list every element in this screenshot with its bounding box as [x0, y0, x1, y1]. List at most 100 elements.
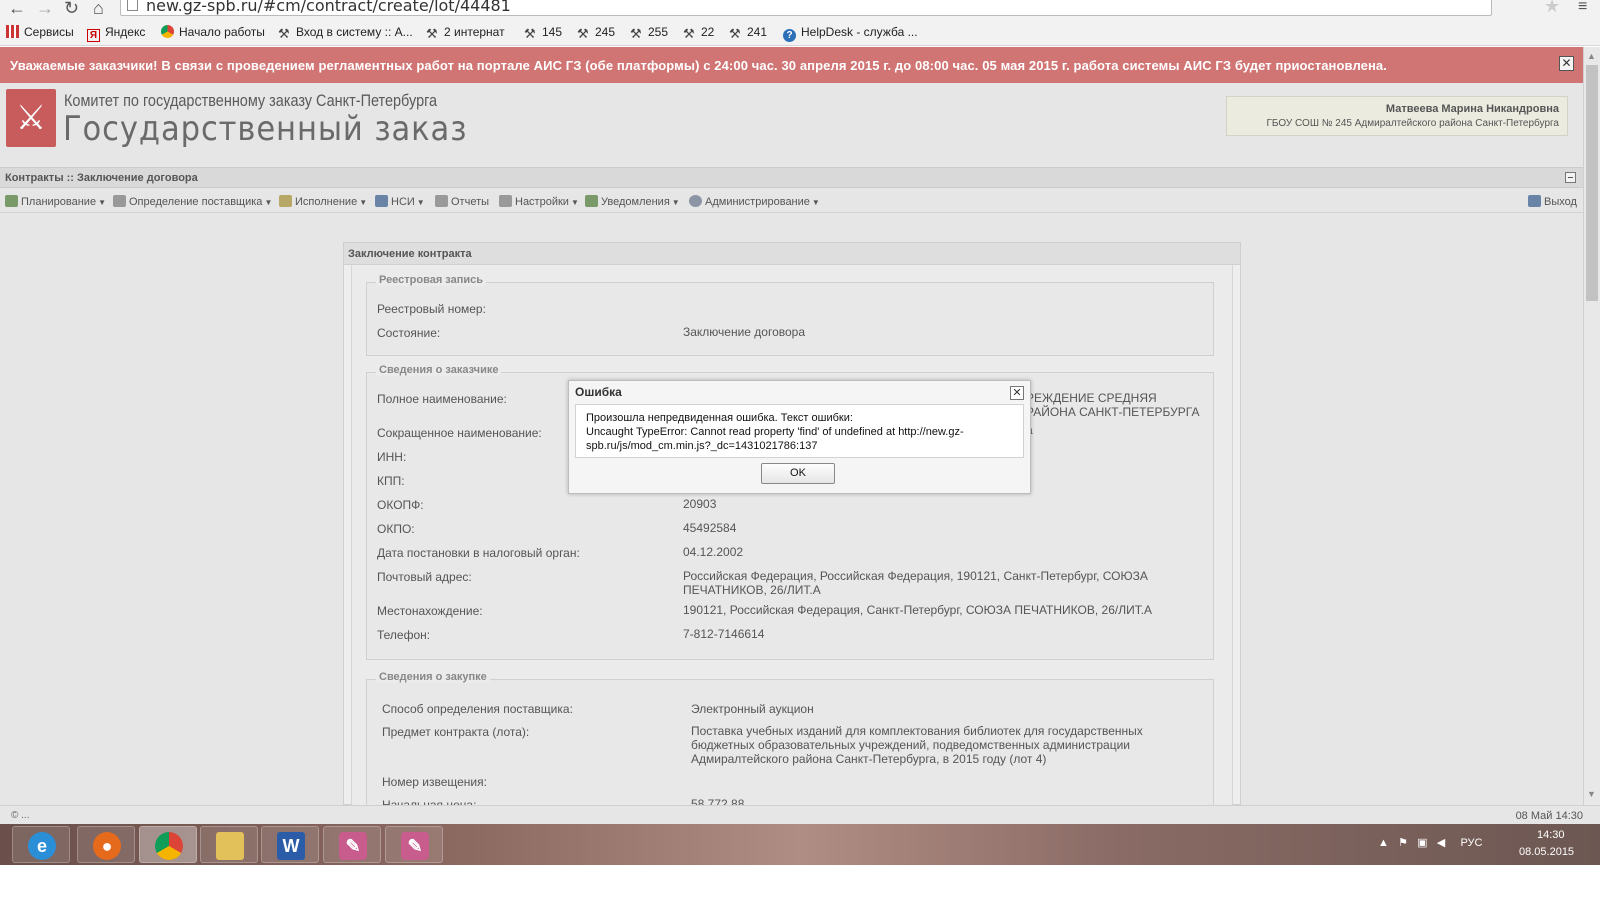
bookmark-internat[interactable]: ⚒ 2 интернат	[426, 25, 505, 40]
execution-icon	[279, 195, 292, 207]
wrench-icon	[499, 195, 512, 207]
chrome-icon	[161, 25, 174, 38]
menu-planning[interactable]: Планирование ▼	[5, 195, 106, 208]
page-scrollbar[interactable]: ▲ ▼	[1583, 47, 1600, 805]
menu-administration[interactable]: Администрирование ▼	[689, 195, 820, 208]
ie-icon: e	[28, 832, 56, 860]
menu-nsi[interactable]: НСИ ▼	[375, 195, 425, 208]
word-icon: W	[277, 832, 305, 860]
tool-icon: ⚒	[577, 26, 589, 41]
ok-button[interactable]: OK	[761, 463, 835, 484]
dialog-title: Ошибка	[575, 385, 622, 399]
home-icon[interactable]: ⌂	[93, 0, 104, 19]
chevron-down-icon: ▼	[98, 198, 106, 207]
language-indicator[interactable]: РУС	[1460, 837, 1482, 849]
short-name-label: Сокращенное наименование:	[377, 426, 542, 440]
scroll-up-icon[interactable]: ▲	[1587, 51, 1596, 61]
taskbar-chrome[interactable]	[139, 826, 197, 863]
taskbar-app-2[interactable]: ✎	[385, 826, 443, 863]
reload-icon[interactable]: ↻	[64, 0, 79, 19]
section-header: Контракты :: Заключение договора	[0, 167, 1583, 188]
registry-legend: Реестровая запись	[376, 274, 487, 286]
okpo-label: ОКПО:	[377, 522, 415, 536]
network-icon[interactable]: ▣	[1417, 837, 1427, 849]
bookmark-helpdesk[interactable]: ? HelpDesk - служба ...	[783, 25, 918, 42]
tool-icon: ⚒	[426, 26, 438, 41]
taskbar-app-1[interactable]: ✎	[323, 826, 381, 863]
bookmark-22[interactable]: ⚒ 22	[683, 25, 714, 40]
taskbar-explorer[interactable]	[200, 826, 258, 863]
chevron-down-icon: ▼	[811, 198, 820, 207]
bookmark-yandex[interactable]: Я Яндекс	[87, 25, 145, 42]
method-label: Способ определения поставщика:	[382, 702, 573, 716]
tool-icon: ⚒	[630, 26, 642, 41]
purchase-fieldset: Сведения о закупке Способ определения по…	[366, 671, 1214, 819]
volume-icon[interactable]: ◀	[1437, 837, 1445, 849]
clock-time[interactable]: 14:30	[1537, 829, 1565, 841]
okopf-value: 20903	[683, 497, 717, 511]
close-icon[interactable]: ✕	[1010, 386, 1024, 400]
registry-number-label: Реестровый номер:	[377, 302, 486, 316]
bookmark-getting-started[interactable]: Начало работы	[161, 25, 265, 39]
user-org: ГБОУ СОШ № 245 Адмиралтейского района Са…	[1266, 118, 1559, 129]
scroll-thumb[interactable]	[1586, 65, 1598, 301]
notice-text: Уважаемые заказчики! В связи с проведени…	[10, 58, 1387, 73]
maintenance-notice: Уважаемые заказчики! В связи с проведени…	[0, 47, 1583, 83]
screen: ← → ↻ ⌂ new.gz-spb.ru/#cm/contract/creat…	[0, 0, 1600, 900]
error-intro: Произошла непредвиденная ошибка. Текст о…	[586, 412, 853, 424]
clock-date[interactable]: 08.05.2015	[1519, 846, 1574, 858]
taskbar-firefox[interactable]: ●	[77, 826, 135, 863]
tool-icon: ⚒	[278, 26, 290, 41]
phone-label: Телефон:	[377, 628, 431, 642]
bookmark-login[interactable]: ⚒ Вход в систему :: А...	[278, 25, 413, 40]
flag-icon[interactable]: ⚑	[1398, 837, 1408, 849]
menu-settings[interactable]: Настройки ▼	[499, 195, 579, 208]
collapse-icon[interactable]	[1565, 172, 1576, 183]
logout-button[interactable]: Выход	[1528, 195, 1577, 208]
bookmark-star-icon[interactable]: ★	[1544, 0, 1560, 17]
menu-notifications[interactable]: Уведомления ▼	[585, 195, 680, 208]
taskbar-ie[interactable]: e	[12, 826, 70, 863]
help-icon: ?	[783, 29, 796, 42]
scroll-down-icon[interactable]: ▼	[1587, 789, 1596, 799]
tax-date-value: 04.12.2002	[683, 545, 744, 559]
customer-legend: Сведения о заказчике	[376, 364, 502, 376]
grid-icon	[6, 25, 19, 38]
menu-supplier[interactable]: Определение поставщика ▼	[113, 195, 272, 208]
tray-expand-icon[interactable]: ▲	[1378, 837, 1389, 849]
report-icon	[435, 195, 448, 207]
app-icon: ✎	[401, 832, 429, 860]
menu-execution[interactable]: Исполнение ▼	[279, 195, 367, 208]
subject-value: Поставка учебных изданий для комплектова…	[691, 724, 1143, 766]
browser-menu-icon[interactable]: ≡	[1578, 0, 1587, 16]
bookmark-145[interactable]: ⚒ 145	[524, 25, 562, 40]
status-bar: © ... 08 Май 14:30	[0, 805, 1600, 824]
bookmark-services[interactable]: Сервисы	[6, 25, 74, 39]
copyright-text: © ...	[11, 810, 30, 821]
menu-reports[interactable]: Отчеты	[435, 195, 489, 208]
bookmark-245[interactable]: ⚒ 245	[577, 25, 615, 40]
url-text[interactable]: new.gz-spb.ru/#cm/contract/create/lot/44…	[146, 0, 511, 15]
full-name-value-line2: РАЙОНА САНКТ-ПЕТЕРБУРГА	[1026, 405, 1200, 419]
user-icon	[689, 195, 702, 207]
kpp-label: КПП:	[377, 474, 405, 488]
okopf-label: ОКОПФ:	[377, 498, 424, 512]
chrome-icon	[155, 832, 183, 860]
tool-icon: ⚒	[524, 26, 536, 41]
taskbar-word[interactable]: W	[261, 826, 319, 863]
state-value: Заключение договора	[683, 325, 806, 339]
bookmark-241[interactable]: ⚒ 241	[729, 25, 767, 40]
contract-panel: Заключение контракта Реестровая запись Р…	[343, 242, 1241, 819]
chevron-down-icon: ▼	[570, 198, 579, 207]
chevron-down-icon: ▼	[671, 198, 680, 207]
page-icon	[127, 0, 138, 11]
close-icon[interactable]: ✕	[1559, 56, 1574, 71]
user-info: Матвеева Марина Никандровна ГБОУ СОШ № 2…	[1226, 96, 1568, 136]
back-arrow-icon[interactable]: ←	[8, 0, 26, 19]
forward-arrow-icon[interactable]: →	[36, 0, 54, 19]
status-datetime: 08 Май 14:30	[1515, 810, 1583, 822]
yandex-icon: Я	[87, 29, 100, 42]
notification-icon	[585, 195, 598, 207]
error-dialog: Ошибка ✕ Произошла непредвиденная ошибка…	[568, 380, 1031, 494]
bookmark-255[interactable]: ⚒ 255	[630, 25, 668, 40]
